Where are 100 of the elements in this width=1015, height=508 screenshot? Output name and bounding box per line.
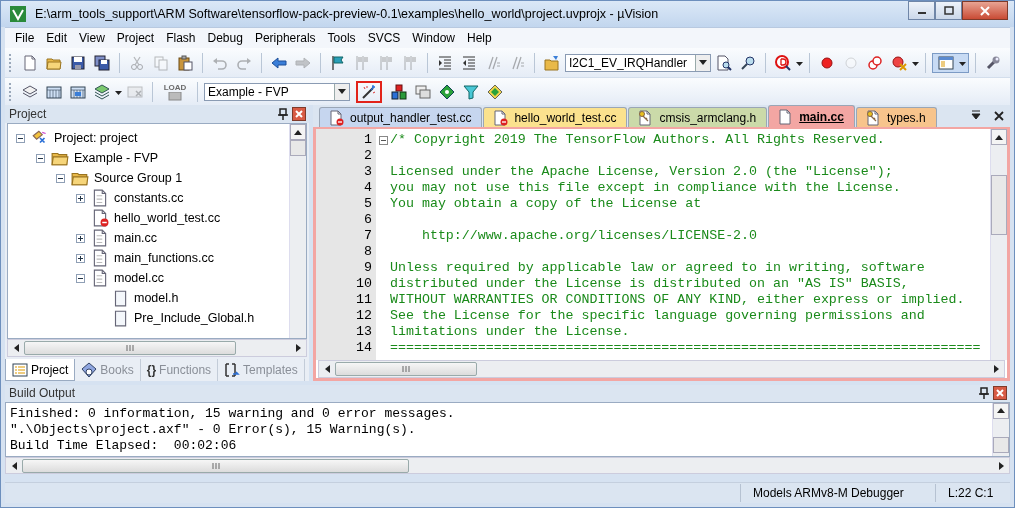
- menu-item[interactable]: Tools: [321, 31, 362, 45]
- incremental-find-icon[interactable]: [740, 54, 756, 71]
- back-arrow-icon[interactable]: [271, 54, 287, 71]
- minimize-button[interactable]: [908, 1, 935, 20]
- collapse-icon[interactable]: [16, 133, 25, 143]
- menu-item[interactable]: Help: [461, 31, 498, 45]
- expand-icon[interactable]: [76, 193, 85, 203]
- funnel-icon[interactable]: [463, 83, 479, 100]
- scroll-thumb[interactable]: [290, 140, 306, 156]
- find-icon[interactable]: [716, 54, 732, 71]
- layout-icon[interactable]: [938, 54, 954, 71]
- find-in-files-icon[interactable]: [544, 54, 560, 71]
- expand-icon[interactable]: [76, 233, 85, 243]
- editor-tab[interactable]: main.cc: [768, 105, 855, 127]
- menu-item[interactable]: Window: [406, 31, 461, 45]
- panel-tab[interactable]: {} Functions: [140, 359, 219, 381]
- vertical-scrollbar[interactable]: [992, 402, 1009, 457]
- line-number: 11: [355, 292, 373, 308]
- scroll-right-icon[interactable]: [998, 461, 1004, 470]
- menu-item[interactable]: File: [9, 31, 41, 45]
- close-button[interactable]: [962, 1, 1008, 20]
- file-icon: [91, 189, 109, 207]
- vertical-scrollbar[interactable]: [990, 129, 1007, 360]
- close-button[interactable]: [292, 107, 306, 121]
- menu-item[interactable]: View: [73, 31, 111, 45]
- line-number: 7: [363, 228, 373, 244]
- tree-item[interactable]: model.cc: [114, 271, 165, 285]
- scroll-up-icon[interactable]: [997, 408, 1005, 414]
- tree-item[interactable]: Pre_Include_Global.h: [134, 311, 255, 325]
- build-icon[interactable]: [46, 83, 62, 100]
- menu-item[interactable]: Peripherals: [248, 31, 322, 45]
- tree-item[interactable]: main_functions.cc: [114, 251, 215, 265]
- new-file-icon[interactable]: [22, 54, 38, 71]
- scroll-up-icon[interactable]: [995, 134, 1003, 140]
- editor-tab[interactable]: cmsis_armclang.h: [628, 107, 768, 127]
- editor-tab[interactable]: output_handler_test.cc: [319, 107, 483, 127]
- pin-icon[interactable]: [278, 108, 288, 120]
- save-all-icon[interactable]: [94, 54, 110, 71]
- tree-item[interactable]: main.cc: [114, 231, 158, 245]
- pin-icon[interactable]: [979, 387, 989, 400]
- tree-item[interactable]: Project: project: [54, 131, 138, 145]
- collapse-icon[interactable]: [36, 153, 45, 163]
- debug-icon[interactable]: [775, 54, 791, 71]
- scroll-left-icon[interactable]: [11, 461, 17, 470]
- panel-tab[interactable]: Project: [5, 359, 76, 381]
- save-icon[interactable]: [70, 54, 86, 71]
- paste-icon[interactable]: [177, 54, 193, 71]
- tree-item[interactable]: constants.cc: [114, 191, 184, 205]
- dropdown-arrow-icon[interactable]: [699, 60, 707, 65]
- menu-item[interactable]: Edit: [40, 31, 74, 45]
- fold-icon[interactable]: [378, 135, 388, 145]
- find-combo-box[interactable]: I2C1_EV_IRQHandler: [565, 53, 711, 72]
- tree-item[interactable]: model.h: [134, 291, 179, 305]
- horizontal-scrollbar[interactable]: [5, 457, 1010, 474]
- close-icon: [979, 5, 991, 16]
- breakpoints-icon[interactable]: [867, 54, 883, 71]
- diamond-icon[interactable]: [439, 83, 455, 100]
- close-button[interactable]: [993, 386, 1007, 401]
- menu-item[interactable]: Debug: [201, 31, 249, 45]
- file-icon: [91, 249, 109, 267]
- editor-tab[interactable]: hello_world_test.cc: [483, 107, 628, 127]
- windows-icon[interactable]: [415, 83, 431, 100]
- target-combo-box[interactable]: Example - FVP: [204, 82, 350, 101]
- settings-icon[interactable]: [985, 54, 1001, 71]
- window-layout-button[interactable]: [932, 52, 969, 73]
- breakpoint-icon[interactable]: [819, 54, 835, 71]
- tree-item[interactable]: Example - FVP: [74, 151, 159, 165]
- output-line: ".\Objects\project.axf" - 0 Error(s), 15 Warning(s).: [10, 421, 417, 438]
- scroll-thumb[interactable]: [991, 175, 1007, 235]
- editor-tab[interactable]: types.h: [855, 107, 937, 127]
- tree-item[interactable]: hello_world_test.cc: [114, 211, 221, 225]
- panel-title: Build Output: [9, 386, 77, 401]
- scroll-thumb[interactable]: [993, 436, 1009, 453]
- tree-item[interactable]: Source Group 1: [94, 171, 183, 185]
- batch-build-icon[interactable]: [94, 83, 110, 100]
- maximize-button[interactable]: [935, 1, 962, 20]
- horizontal-scrollbar[interactable]: [318, 360, 1005, 378]
- close-icon[interactable]: [992, 109, 1006, 123]
- scroll-right-icon[interactable]: [295, 344, 301, 352]
- menu-item[interactable]: Project: [110, 31, 161, 45]
- flag-icon[interactable]: [330, 54, 346, 71]
- unindent-icon[interactable]: [461, 54, 477, 71]
- menu-item[interactable]: Flash: [160, 31, 202, 45]
- rebuild-icon[interactable]: [70, 83, 86, 100]
- target-options-icon[interactable]: [361, 83, 377, 100]
- collapse-icon[interactable]: [76, 273, 85, 283]
- expand-icon[interactable]: [76, 253, 85, 263]
- indent-icon[interactable]: [437, 54, 453, 71]
- vertical-scrollbar[interactable]: [289, 124, 306, 338]
- translate-icon[interactable]: [22, 83, 38, 100]
- collapse-icon[interactable]: [56, 173, 65, 183]
- manage-components-icon[interactable]: [391, 83, 407, 100]
- scroll-right-icon[interactable]: [993, 365, 999, 373]
- scroll-left-icon[interactable]: [13, 344, 19, 352]
- menu-item[interactable]: SVCS: [361, 31, 407, 45]
- dropdown-arrow-icon[interactable]: [338, 89, 346, 94]
- scroll-left-icon[interactable]: [324, 365, 330, 373]
- kill-breakpoints-icon[interactable]: [891, 54, 907, 71]
- horizontal-scrollbar[interactable]: [7, 339, 307, 357]
- scroll-up-icon[interactable]: [294, 129, 302, 135]
